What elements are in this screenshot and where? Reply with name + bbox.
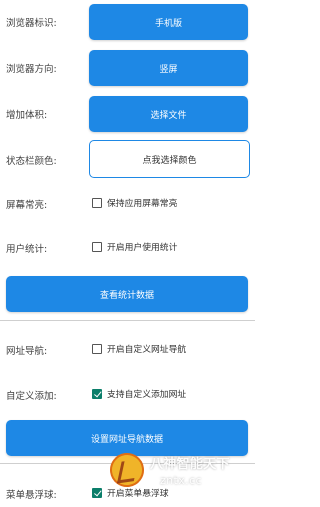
custom-add-checkbox[interactable] bbox=[92, 388, 102, 399]
browser-id-label: 浏览器标识: bbox=[6, 18, 57, 29]
screen-keep-on-checkbox-label: 保持应用屏幕常亮 bbox=[107, 199, 178, 209]
settings-screen: 浏览器标识: 手机版 浏览器方向: 竖屏 增加体积: 选择文件 状态栏颜色: 点… bbox=[0, 0, 255, 507]
url-nav-option[interactable]: 开启自定义网址导航 bbox=[92, 342, 186, 355]
select-color-button[interactable]: 点我选择颜色 bbox=[89, 140, 250, 178]
add-size-label: 增加体积: bbox=[6, 110, 48, 121]
menu-float-checkbox-label: 开启菜单悬浮球 bbox=[107, 489, 169, 499]
screen-keep-on-checkbox[interactable] bbox=[92, 197, 102, 208]
browser-id-button[interactable]: 手机版 bbox=[89, 4, 248, 40]
user-stats-option[interactable]: 开启用户使用统计 bbox=[92, 240, 177, 253]
screen-keep-on-option[interactable]: 保持应用屏幕常亮 bbox=[92, 196, 177, 209]
menu-float-checkbox[interactable] bbox=[92, 487, 102, 498]
menu-float-option[interactable]: 开启菜单悬浮球 bbox=[92, 486, 169, 499]
url-nav-label: 网址导航: bbox=[6, 346, 48, 357]
custom-add-label: 自定义添加: bbox=[6, 391, 57, 402]
url-nav-checkbox[interactable] bbox=[92, 343, 102, 354]
section-divider bbox=[0, 320, 255, 321]
user-stats-checkbox-label: 开启用户使用统计 bbox=[107, 243, 178, 253]
url-nav-checkbox-label: 开启自定义网址导航 bbox=[107, 345, 187, 355]
set-nav-data-button[interactable]: 设置网址导航数据 bbox=[6, 420, 248, 456]
user-stats-checkbox[interactable] bbox=[92, 241, 102, 252]
user-stats-label: 用户统计: bbox=[6, 244, 48, 255]
custom-add-option[interactable]: 支持自定义添加网址 bbox=[92, 387, 186, 400]
browser-orientation-label: 浏览器方向: bbox=[6, 64, 57, 75]
screen-keep-on-label: 屏幕常亮: bbox=[6, 200, 48, 211]
select-file-button[interactable]: 选择文件 bbox=[89, 96, 248, 132]
view-stats-button[interactable]: 查看统计数据 bbox=[6, 276, 248, 312]
section-divider bbox=[0, 463, 255, 464]
watermark-logo-icon bbox=[107, 450, 147, 490]
browser-orientation-button[interactable]: 竖屏 bbox=[89, 50, 248, 86]
menu-float-label: 菜单悬浮球: bbox=[6, 490, 57, 501]
statusbar-color-label: 状态栏颜色: bbox=[6, 156, 57, 167]
custom-add-checkbox-label: 支持自定义添加网址 bbox=[107, 390, 187, 400]
